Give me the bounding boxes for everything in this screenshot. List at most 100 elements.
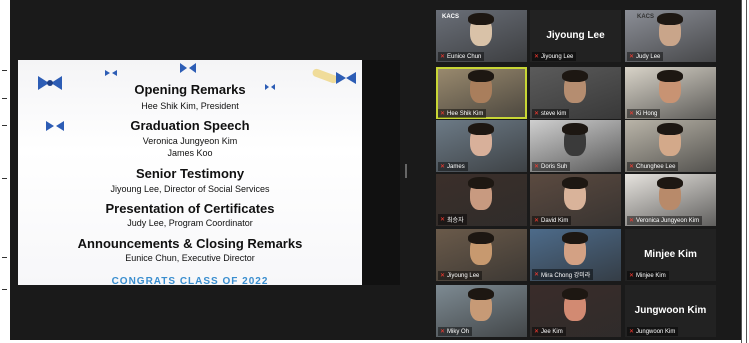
participant-name-label: ✕ steve kim (532, 109, 570, 118)
section-presenter: James Koo (167, 148, 213, 158)
participant-name-label: ✕ James (438, 162, 468, 171)
participant-tile[interactable]: ✕ David Kim (530, 174, 621, 226)
participant-tile[interactable]: KACS ✕ Judy Lee (625, 10, 716, 62)
participant-name-label: ✕ Jungwoon Kim (627, 327, 679, 336)
participant-video (657, 70, 683, 82)
participant-name: David Kim (541, 217, 569, 224)
participant-name: Jiyoung Lee (541, 53, 574, 60)
participant-video (562, 177, 588, 189)
participant-video (657, 13, 683, 25)
section-presenter: Hee Shik Kim, President (141, 101, 239, 111)
background-logo: KACS (442, 14, 460, 20)
participant-tile[interactable]: ✕ Doris Suh (530, 120, 621, 172)
participant-name-label: ✕ Miky Oh (438, 327, 473, 336)
muted-mic-icon: ✕ (629, 218, 635, 224)
muted-mic-icon: ✕ (534, 111, 540, 117)
bow-decoration-icon (105, 70, 117, 76)
muted-mic-icon: ✕ (629, 164, 635, 170)
participant-name: Veronica Jungyeon Kim (636, 217, 700, 224)
participant-video (468, 288, 494, 300)
participant-tile[interactable]: Jiyoung Lee ✕ Jiyoung Lee (530, 10, 621, 62)
participant-tile[interactable]: KACS ✕ Eunice Chun (436, 10, 527, 62)
section-title: Announcements & Closing Remarks (77, 236, 303, 251)
participant-tile[interactable]: ✕ Ki Hong (625, 67, 716, 119)
participant-tile[interactable]: ✕ steve kim (530, 67, 621, 119)
participant-video (468, 70, 494, 82)
right-edge (746, 0, 747, 343)
participant-name: Doris Suh (541, 163, 568, 170)
muted-mic-icon: ✕ (440, 111, 446, 117)
section-title: Senior Testimony (135, 166, 245, 181)
participant-name-label: ✕ 최승자 (438, 214, 467, 225)
participant-video (657, 123, 683, 135)
participant-tile[interactable]: ✕ James (436, 120, 527, 172)
participant-video (562, 232, 588, 244)
participant-name-label: ✕ Eunice Chun (438, 52, 485, 61)
participant-name-label: ✕ Mira Chong 강미라 (532, 269, 594, 280)
participant-video (468, 123, 494, 135)
participant-tile[interactable]: ✕ Veronica Jungyeon Kim (625, 174, 716, 226)
section-title: Presentation of Certificates (105, 201, 275, 216)
muted-mic-icon: ✕ (629, 329, 635, 335)
section-title: Graduation Speech (130, 118, 250, 133)
section-presenter: Judy Lee, Program Coordinator (127, 218, 253, 228)
participant-name-placeholder: Jiyoung Lee (546, 30, 605, 41)
participant-tile[interactable]: Jungwoon Kim ✕ Jungwoon Kim (625, 285, 716, 337)
muted-mic-icon: ✕ (629, 54, 635, 60)
participant-name-label: ✕ Jiyoung Lee (438, 271, 483, 280)
participant-video (562, 288, 588, 300)
participant-name: Miky Oh (447, 328, 470, 335)
participant-name: Judy Lee (636, 53, 661, 60)
muted-mic-icon: ✕ (534, 54, 540, 60)
participant-name: Jiyoung Lee (447, 272, 480, 279)
muted-mic-icon: ✕ (440, 164, 446, 170)
muted-mic-icon: ✕ (534, 272, 540, 278)
muted-mic-icon: ✕ (534, 164, 540, 170)
participant-name-placeholder: Jungwoon Kim (634, 305, 707, 316)
participant-tile[interactable]: ✕ Mira Chong 강미라 (530, 229, 621, 281)
participant-name: steve kim (541, 110, 567, 117)
participant-video (468, 13, 494, 25)
participant-name: Chunghee Lee (636, 163, 676, 170)
participant-video (468, 232, 494, 244)
participant-video (468, 177, 494, 189)
participant-name: Jee Kim (541, 328, 563, 335)
section-presenter: Veronica Jungyeon Kim (142, 136, 238, 146)
muted-mic-icon: ✕ (440, 54, 446, 60)
muted-mic-icon: ✕ (440, 217, 446, 223)
participant-name-label: ✕ Doris Suh (532, 162, 571, 171)
section-title: Opening Remarks (134, 82, 246, 97)
participant-name: Ki Hong (636, 110, 658, 117)
right-edge (741, 0, 742, 343)
participant-tile[interactable]: ✕ Miky Oh (436, 285, 527, 337)
participant-name: Jungwoon Kim (636, 328, 676, 335)
muted-mic-icon: ✕ (629, 273, 635, 279)
participant-name-label: ✕ Jiyoung Lee (532, 52, 577, 61)
participant-video (562, 70, 588, 82)
participant-video (562, 123, 588, 135)
background-logo: KACS (637, 14, 655, 20)
section-presenter: Eunice Chun, Executive Director (125, 253, 255, 263)
meeting-window: CONGRATS CLASS OF 2022 Opening Remarks He… (10, 0, 741, 340)
slide-footer: CONGRATS CLASS OF 2022 (111, 276, 269, 285)
muted-mic-icon: ✕ (440, 329, 446, 335)
participant-name-label: ✕ Chunghee Lee (627, 162, 679, 171)
section-presenter: Jiyoung Lee, Director of Social Services (110, 184, 270, 194)
bow-decoration-icon (180, 63, 196, 73)
participant-tile[interactable]: ✕ Jiyoung Lee (436, 229, 527, 281)
participant-name-label: ✕ Hee Shik Kim (438, 109, 487, 118)
resize-handle[interactable] (405, 164, 407, 178)
participant-name-label: ✕ Minjee Kim (627, 271, 669, 280)
participant-tile[interactable]: ✕ Hee Shik Kim (436, 67, 527, 119)
participant-name-label: ✕ Jee Kim (532, 327, 566, 336)
participant-tile[interactable]: Minjee Kim ✕ Minjee Kim (625, 229, 716, 281)
participant-name: Minjee Kim (636, 272, 666, 279)
muted-mic-icon: ✕ (440, 273, 446, 279)
participant-tile[interactable]: ✕ Jee Kim (530, 285, 621, 337)
participant-tile[interactable]: ✕ Chunghee Lee (625, 120, 716, 172)
screen-share-area: CONGRATS CLASS OF 2022 Opening Remarks He… (18, 60, 400, 285)
participant-name-label: ✕ David Kim (532, 216, 572, 225)
participant-name: Eunice Chun (447, 53, 482, 60)
muted-mic-icon: ✕ (534, 329, 540, 335)
participant-tile[interactable]: ✕ 최승자 (436, 174, 527, 226)
